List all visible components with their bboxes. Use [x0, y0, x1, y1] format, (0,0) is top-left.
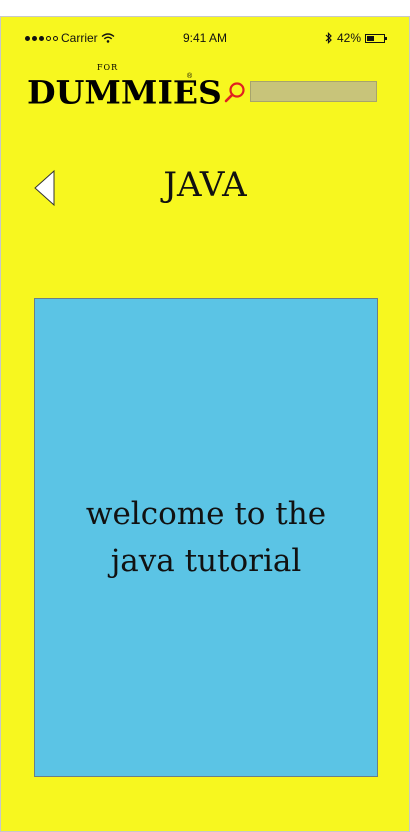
- logo-wordmark: DUMMIES: [27, 73, 222, 112]
- battery-icon: [365, 33, 387, 43]
- page-title: JAVA: [163, 165, 247, 205]
- logo-for-text: FOR: [97, 63, 119, 72]
- logo-registered-mark: ®: [187, 73, 193, 80]
- phone-screen: Carrier 9:41 AM 42% FOR DUMMIES ® JAVA w…: [0, 16, 410, 832]
- bluetooth-icon: [325, 32, 332, 44]
- status-bar: Carrier 9:41 AM 42%: [1, 17, 409, 45]
- dummies-logo: FOR DUMMIES ®: [27, 63, 222, 119]
- battery-percent: 42%: [336, 31, 361, 45]
- welcome-message: welcome to the java tutorial: [85, 496, 327, 579]
- search-input[interactable]: [250, 81, 377, 102]
- content-card: welcome to the java tutorial: [34, 298, 378, 777]
- battery-group: 42%: [325, 31, 387, 45]
- search-icon[interactable]: [223, 81, 247, 105]
